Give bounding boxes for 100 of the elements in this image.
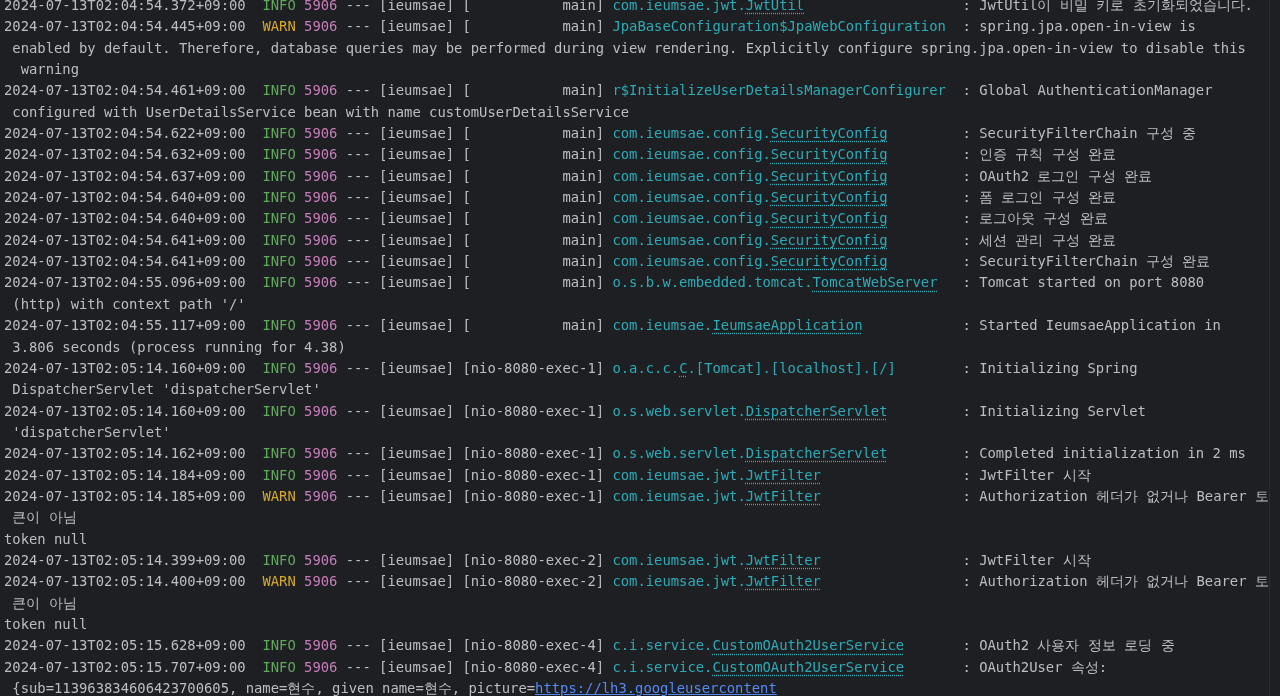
logger-name: com.ieumsae.jwt. (612, 551, 746, 568)
log-message: warning (19, 61, 79, 78)
dash-separator: --- (345, 551, 371, 568)
timestamp: 2024-07-13T02:05:14.160+09:00 (4, 402, 246, 419)
timestamp: 2024-07-13T02:05:14.162+09:00 (4, 445, 246, 462)
process-id: 5906 (304, 637, 338, 654)
logger-link[interactable]: TomcatWebServer (812, 274, 938, 291)
dash-separator: --- (345, 466, 371, 483)
logger-link[interactable]: CustomOAuth2UserService (712, 658, 905, 675)
timestamp: 2024-07-13T02:05:14.399+09:00 (4, 551, 246, 568)
process-id: 5906 (304, 551, 338, 568)
thread-name: [ main] (462, 82, 605, 99)
logger-link[interactable]: SecurityConfig (770, 189, 888, 206)
thread-name: [nio-8080-exec-1] (462, 466, 605, 483)
logger-link[interactable]: SecurityConfig (770, 167, 888, 184)
thread-name: [nio-8080-exec-4] (462, 637, 605, 654)
dash-separator: --- (345, 189, 371, 206)
log-message: 큰이 아님 (11, 594, 77, 611)
log-level: INFO (262, 445, 296, 462)
process-id: 5906 (304, 231, 338, 248)
logger-name: r$InitializeUserDetailsManagerConfigurer (612, 82, 946, 99)
log-level: WARN (262, 18, 296, 35)
logger-link[interactable]: C (679, 359, 688, 376)
log-message: : 로그아웃 구성 완료 (962, 210, 1108, 227)
logger-name: com.ieumsae.jwt. (612, 573, 746, 590)
dash-separator: --- (345, 253, 371, 270)
log-message: 3.806 seconds (process running for 4.38) (11, 338, 346, 355)
url-link[interactable]: https://lh3.googleusercontent (535, 680, 777, 696)
process-id: 5906 (304, 466, 338, 483)
process-id: 5906 (304, 402, 338, 419)
thread-name: [ main] (462, 210, 605, 227)
app-name: [ieumsae] (379, 18, 455, 35)
timestamp: 2024-07-13T02:05:14.184+09:00 (4, 466, 246, 483)
logger-link[interactable]: IeumsaeApplication (712, 317, 863, 334)
log-message: : JwtFilter 시작 (962, 466, 1091, 483)
thread-name: [ main] (462, 0, 605, 13)
process-id: 5906 (304, 317, 338, 334)
dash-separator: --- (345, 402, 371, 419)
process-id: 5906 (304, 0, 338, 13)
log-message: : Authorization 헤더가 없거나 Bearer 토 (962, 573, 1269, 590)
log-message: : spring.jpa.open-in-view is (962, 18, 1196, 35)
timestamp: 2024-07-13T02:04:54.640+09:00 (4, 189, 246, 206)
log-message: : Initializing Servlet (962, 402, 1146, 419)
thread-name: [ main] (462, 146, 605, 163)
logger-name: JpaBaseConfiguration$JpaWebConfiguration (612, 18, 946, 35)
log-message: configured with UserDetailsService bean with name customUserDetailsService (11, 103, 630, 120)
process-id: 5906 (304, 445, 338, 462)
logger-name: com.ieumsae. (612, 317, 713, 334)
log-level: INFO (262, 125, 296, 142)
log-message: : Initializing Spring (962, 359, 1138, 376)
timestamp: 2024-07-13T02:04:54.637+09:00 (4, 167, 246, 184)
logger-link[interactable]: SecurityConfig (770, 210, 888, 227)
logger-link[interactable]: JwtUtil (745, 0, 805, 13)
thread-name: [ main] (462, 317, 605, 334)
logger-name: c.i.service. (612, 658, 713, 675)
app-name: [ieumsae] (379, 231, 455, 248)
logger-name: c.i.service. (612, 637, 713, 654)
app-name: [ieumsae] (379, 189, 455, 206)
dash-separator: --- (345, 146, 371, 163)
dash-separator: --- (345, 487, 371, 504)
log-level: WARN (262, 487, 296, 504)
log-message: 'dispatcherServlet' (11, 423, 171, 440)
timestamp: 2024-07-13T02:05:15.707+09:00 (4, 658, 246, 675)
logger-link[interactable]: JwtFilter (745, 551, 821, 568)
logger-link[interactable]: SecurityConfig (770, 125, 888, 142)
log-level: INFO (262, 466, 296, 483)
app-name: [ieumsae] (379, 637, 455, 654)
output-text: token null (4, 615, 88, 632)
thread-name: [ main] (462, 253, 605, 270)
logger-name: com.ieumsae.config. (612, 253, 771, 270)
logger-link[interactable]: JwtFilter (745, 466, 821, 483)
log-message: : Started IeumsaeApplication in (962, 317, 1221, 334)
logger-link[interactable]: DispatcherServlet (745, 402, 888, 419)
logger-link[interactable]: SecurityConfig (770, 253, 888, 270)
dash-separator: --- (345, 18, 371, 35)
dash-separator: --- (345, 125, 371, 142)
log-level: INFO (262, 210, 296, 227)
process-id: 5906 (304, 487, 338, 504)
logger-link[interactable]: SecurityConfig (770, 146, 888, 163)
logger-name: o.a.c.c. (612, 359, 680, 376)
logger-link[interactable]: SecurityConfig (770, 231, 888, 248)
process-id: 5906 (304, 189, 338, 206)
logger-link[interactable]: CustomOAuth2UserService (712, 637, 905, 654)
dash-separator: --- (345, 274, 371, 291)
logger-name: com.ieumsae.jwt. (612, 487, 746, 504)
app-name: [ieumsae] (379, 466, 455, 483)
logger-link[interactable]: JwtFilter (745, 487, 821, 504)
logger-link[interactable]: DispatcherServlet (745, 445, 888, 462)
logger-name: .[Tomcat].[localhost].[/] (687, 359, 896, 376)
app-name: [ieumsae] (379, 487, 455, 504)
log-message: : Tomcat started on port 8080 (962, 274, 1205, 291)
log-message: 큰이 아님 (11, 509, 77, 526)
app-name: [ieumsae] (379, 82, 455, 99)
thread-name: [nio-8080-exec-4] (462, 658, 605, 675)
timestamp: 2024-07-13T02:04:54.372+09:00 (4, 0, 246, 13)
timestamp: 2024-07-13T02:04:54.445+09:00 (4, 18, 246, 35)
logger-link[interactable]: JwtFilter (745, 573, 821, 590)
log-message: : OAuth2User 속성: (962, 658, 1108, 675)
output-text: token null (4, 530, 88, 547)
thread-name: [nio-8080-exec-2] (462, 551, 605, 568)
